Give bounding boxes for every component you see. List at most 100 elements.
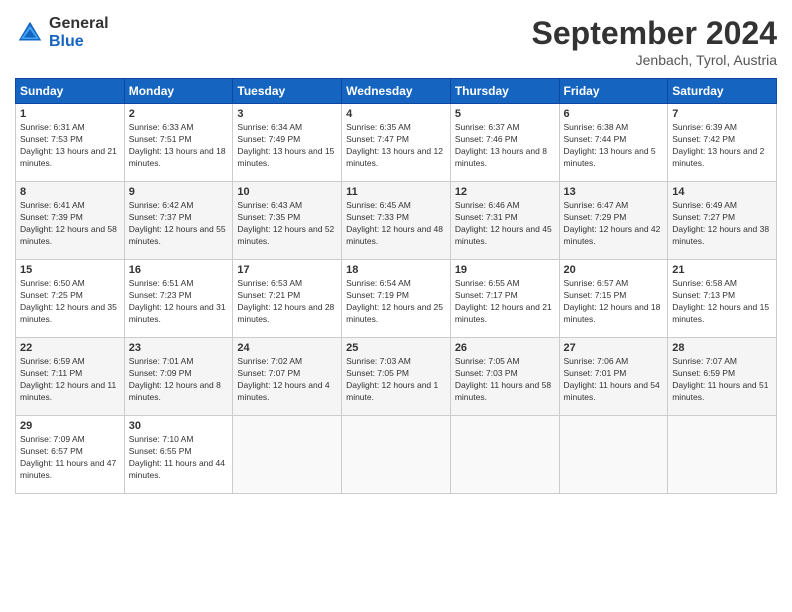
location: Jenbach, Tyrol, Austria bbox=[532, 52, 777, 68]
cell-content: Sunrise: 6:57 AMSunset: 7:15 PMDaylight:… bbox=[564, 278, 661, 324]
cell-content: Sunrise: 7:06 AMSunset: 7:01 PMDaylight:… bbox=[564, 356, 660, 402]
table-cell: 9 Sunrise: 6:42 AMSunset: 7:37 PMDayligh… bbox=[124, 182, 233, 260]
table-cell: 8 Sunrise: 6:41 AMSunset: 7:39 PMDayligh… bbox=[16, 182, 125, 260]
table-cell: 27 Sunrise: 7:06 AMSunset: 7:01 PMDaylig… bbox=[559, 338, 668, 416]
table-cell: 1 Sunrise: 6:31 AMSunset: 7:53 PMDayligh… bbox=[16, 104, 125, 182]
day-number: 30 bbox=[129, 420, 229, 432]
cell-content: Sunrise: 6:34 AMSunset: 7:49 PMDaylight:… bbox=[237, 122, 334, 168]
week-row-5: 29 Sunrise: 7:09 AMSunset: 6:57 PMDaylig… bbox=[16, 416, 777, 494]
col-saturday: Saturday bbox=[668, 79, 777, 104]
table-cell: 30 Sunrise: 7:10 AMSunset: 6:55 PMDaylig… bbox=[124, 416, 233, 494]
day-number: 12 bbox=[455, 186, 555, 198]
cell-content: Sunrise: 6:41 AMSunset: 7:39 PMDaylight:… bbox=[20, 200, 117, 246]
week-row-1: 1 Sunrise: 6:31 AMSunset: 7:53 PMDayligh… bbox=[16, 104, 777, 182]
cell-content: Sunrise: 6:50 AMSunset: 7:25 PMDaylight:… bbox=[20, 278, 117, 324]
calendar-table: Sunday Monday Tuesday Wednesday Thursday… bbox=[15, 78, 777, 494]
logo: General Blue bbox=[15, 15, 109, 50]
col-sunday: Sunday bbox=[16, 79, 125, 104]
col-wednesday: Wednesday bbox=[342, 79, 451, 104]
col-monday: Monday bbox=[124, 79, 233, 104]
cell-content: Sunrise: 6:55 AMSunset: 7:17 PMDaylight:… bbox=[455, 278, 552, 324]
header: General Blue September 2024 Jenbach, Tyr… bbox=[15, 15, 777, 68]
cell-content: Sunrise: 6:43 AMSunset: 7:35 PMDaylight:… bbox=[237, 200, 334, 246]
day-number: 18 bbox=[346, 264, 446, 276]
day-number: 28 bbox=[672, 342, 772, 354]
day-number: 5 bbox=[455, 108, 555, 120]
day-number: 10 bbox=[237, 186, 337, 198]
day-number: 3 bbox=[237, 108, 337, 120]
table-cell: 24 Sunrise: 7:02 AMSunset: 7:07 PMDaylig… bbox=[233, 338, 342, 416]
cell-content: Sunrise: 6:51 AMSunset: 7:23 PMDaylight:… bbox=[129, 278, 226, 324]
table-cell: 6 Sunrise: 6:38 AMSunset: 7:44 PMDayligh… bbox=[559, 104, 668, 182]
table-cell: 17 Sunrise: 6:53 AMSunset: 7:21 PMDaylig… bbox=[233, 260, 342, 338]
calendar-body: 1 Sunrise: 6:31 AMSunset: 7:53 PMDayligh… bbox=[16, 104, 777, 494]
day-number: 22 bbox=[20, 342, 120, 354]
cell-content: Sunrise: 6:31 AMSunset: 7:53 PMDaylight:… bbox=[20, 122, 117, 168]
table-cell bbox=[450, 416, 559, 494]
week-row-4: 22 Sunrise: 6:59 AMSunset: 7:11 PMDaylig… bbox=[16, 338, 777, 416]
day-number: 7 bbox=[672, 108, 772, 120]
table-cell: 25 Sunrise: 7:03 AMSunset: 7:05 PMDaylig… bbox=[342, 338, 451, 416]
table-cell: 2 Sunrise: 6:33 AMSunset: 7:51 PMDayligh… bbox=[124, 104, 233, 182]
table-cell bbox=[668, 416, 777, 494]
cell-content: Sunrise: 6:47 AMSunset: 7:29 PMDaylight:… bbox=[564, 200, 661, 246]
day-number: 27 bbox=[564, 342, 664, 354]
table-cell: 22 Sunrise: 6:59 AMSunset: 7:11 PMDaylig… bbox=[16, 338, 125, 416]
table-cell: 10 Sunrise: 6:43 AMSunset: 7:35 PMDaylig… bbox=[233, 182, 342, 260]
day-number: 25 bbox=[346, 342, 446, 354]
cell-content: Sunrise: 7:10 AMSunset: 6:55 PMDaylight:… bbox=[129, 434, 225, 480]
day-number: 20 bbox=[564, 264, 664, 276]
table-cell: 28 Sunrise: 7:07 AMSunset: 6:59 PMDaylig… bbox=[668, 338, 777, 416]
cell-content: Sunrise: 7:09 AMSunset: 6:57 PMDaylight:… bbox=[20, 434, 116, 480]
table-cell: 29 Sunrise: 7:09 AMSunset: 6:57 PMDaylig… bbox=[16, 416, 125, 494]
day-number: 4 bbox=[346, 108, 446, 120]
day-number: 8 bbox=[20, 186, 120, 198]
cell-content: Sunrise: 6:53 AMSunset: 7:21 PMDaylight:… bbox=[237, 278, 334, 324]
day-number: 14 bbox=[672, 186, 772, 198]
table-cell: 5 Sunrise: 6:37 AMSunset: 7:46 PMDayligh… bbox=[450, 104, 559, 182]
cell-content: Sunrise: 7:01 AMSunset: 7:09 PMDaylight:… bbox=[129, 356, 221, 402]
cell-content: Sunrise: 6:33 AMSunset: 7:51 PMDaylight:… bbox=[129, 122, 226, 168]
table-cell: 3 Sunrise: 6:34 AMSunset: 7:49 PMDayligh… bbox=[233, 104, 342, 182]
day-number: 13 bbox=[564, 186, 664, 198]
title-area: September 2024 Jenbach, Tyrol, Austria bbox=[532, 15, 777, 68]
cell-content: Sunrise: 6:38 AMSunset: 7:44 PMDaylight:… bbox=[564, 122, 656, 168]
table-cell: 20 Sunrise: 6:57 AMSunset: 7:15 PMDaylig… bbox=[559, 260, 668, 338]
week-row-3: 15 Sunrise: 6:50 AMSunset: 7:25 PMDaylig… bbox=[16, 260, 777, 338]
day-number: 23 bbox=[129, 342, 229, 354]
day-number: 17 bbox=[237, 264, 337, 276]
table-cell: 19 Sunrise: 6:55 AMSunset: 7:17 PMDaylig… bbox=[450, 260, 559, 338]
cell-content: Sunrise: 6:58 AMSunset: 7:13 PMDaylight:… bbox=[672, 278, 769, 324]
day-number: 16 bbox=[129, 264, 229, 276]
logo-blue: Blue bbox=[49, 33, 109, 51]
table-cell: 15 Sunrise: 6:50 AMSunset: 7:25 PMDaylig… bbox=[16, 260, 125, 338]
table-cell: 11 Sunrise: 6:45 AMSunset: 7:33 PMDaylig… bbox=[342, 182, 451, 260]
table-cell: 14 Sunrise: 6:49 AMSunset: 7:27 PMDaylig… bbox=[668, 182, 777, 260]
col-tuesday: Tuesday bbox=[233, 79, 342, 104]
table-cell bbox=[559, 416, 668, 494]
header-row: Sunday Monday Tuesday Wednesday Thursday… bbox=[16, 79, 777, 104]
day-number: 1 bbox=[20, 108, 120, 120]
table-cell: 12 Sunrise: 6:46 AMSunset: 7:31 PMDaylig… bbox=[450, 182, 559, 260]
cell-content: Sunrise: 7:05 AMSunset: 7:03 PMDaylight:… bbox=[455, 356, 551, 402]
col-thursday: Thursday bbox=[450, 79, 559, 104]
day-number: 29 bbox=[20, 420, 120, 432]
table-cell bbox=[342, 416, 451, 494]
table-cell: 18 Sunrise: 6:54 AMSunset: 7:19 PMDaylig… bbox=[342, 260, 451, 338]
cell-content: Sunrise: 6:39 AMSunset: 7:42 PMDaylight:… bbox=[672, 122, 764, 168]
table-cell: 13 Sunrise: 6:47 AMSunset: 7:29 PMDaylig… bbox=[559, 182, 668, 260]
cell-content: Sunrise: 7:03 AMSunset: 7:05 PMDaylight:… bbox=[346, 356, 438, 402]
day-number: 9 bbox=[129, 186, 229, 198]
col-friday: Friday bbox=[559, 79, 668, 104]
day-number: 11 bbox=[346, 186, 446, 198]
day-number: 6 bbox=[564, 108, 664, 120]
logo-icon bbox=[15, 18, 45, 48]
week-row-2: 8 Sunrise: 6:41 AMSunset: 7:39 PMDayligh… bbox=[16, 182, 777, 260]
table-cell: 4 Sunrise: 6:35 AMSunset: 7:47 PMDayligh… bbox=[342, 104, 451, 182]
day-number: 21 bbox=[672, 264, 772, 276]
cell-content: Sunrise: 6:59 AMSunset: 7:11 PMDaylight:… bbox=[20, 356, 116, 402]
logo-text: General Blue bbox=[49, 15, 109, 50]
cell-content: Sunrise: 6:54 AMSunset: 7:19 PMDaylight:… bbox=[346, 278, 443, 324]
table-cell: 16 Sunrise: 6:51 AMSunset: 7:23 PMDaylig… bbox=[124, 260, 233, 338]
cell-content: Sunrise: 6:35 AMSunset: 7:47 PMDaylight:… bbox=[346, 122, 443, 168]
